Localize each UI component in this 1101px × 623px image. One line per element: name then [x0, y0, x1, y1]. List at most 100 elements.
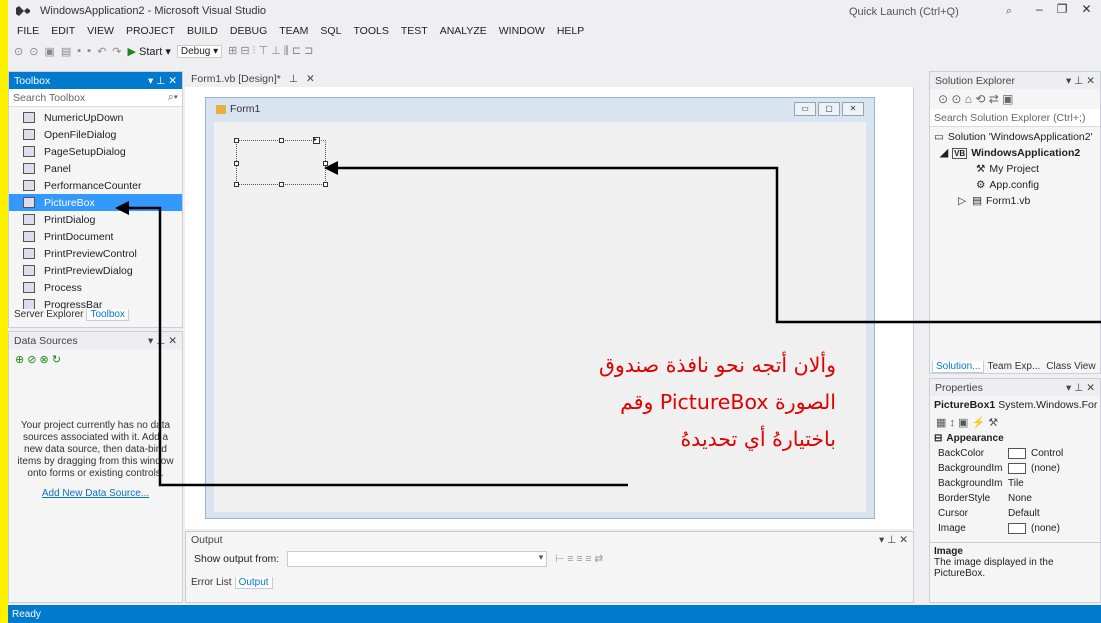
tab-toolbox[interactable]: Toolbox: [86, 309, 129, 321]
property-row[interactable]: BackgroundIm (none): [930, 461, 1100, 476]
form1-client-area[interactable]: ▸ وألان أتجه نحو نافذة صندوق الصورة Pict…: [214, 122, 866, 512]
pin-icon[interactable]: ⊥: [289, 73, 298, 85]
toolbox-search-input[interactable]: Search Toolbox ⌕▾: [9, 89, 182, 107]
menu-file[interactable]: FILE: [17, 25, 39, 37]
open-file-icon[interactable]: ▤: [61, 45, 71, 58]
resize-handle[interactable]: [279, 138, 284, 143]
tree-project-node[interactable]: ◢ VB WindowsApplication2: [934, 145, 1100, 161]
resize-handle[interactable]: [323, 182, 328, 187]
menu-edit[interactable]: EDIT: [51, 25, 75, 37]
new-project-icon[interactable]: ▣: [44, 45, 54, 58]
toolbox-item[interactable]: Panel: [9, 160, 182, 177]
tab-solution-explorer[interactable]: Solution...: [932, 361, 985, 373]
tab-output[interactable]: Output: [234, 577, 273, 589]
toolbox-item[interactable]: PerformanceCounter: [9, 177, 182, 194]
expand-icon[interactable]: ▷: [958, 195, 966, 207]
add-new-data-source-link[interactable]: Add New Data Source...: [9, 488, 182, 499]
toolbox-item[interactable]: NumericUpDown: [9, 109, 182, 126]
save-all-icon[interactable]: ▪: [87, 45, 91, 57]
restore-button[interactable]: ❐: [1057, 2, 1068, 16]
toolbox-item[interactable]: PrintPreviewDialog: [9, 262, 182, 279]
start-button[interactable]: ▶ Start ▾: [128, 45, 171, 58]
toolbox-item[interactable]: PrintDocument: [9, 228, 182, 245]
panel-pin-close-icon[interactable]: ▾ ⊥ ✕: [1066, 382, 1095, 394]
toolbox-item[interactable]: PrintDialog: [9, 211, 182, 228]
solution-explorer-toolbar-icons[interactable]: ⊙ ⊙ ⌂ ⟲ ⇄ ▣: [930, 89, 1100, 109]
menu-project[interactable]: PROJECT: [126, 25, 175, 37]
toolbox-title-bar: Toolbox ▾ ⊥ ✕: [9, 72, 182, 89]
property-name: BackgroundIm: [938, 478, 1003, 489]
property-value: Tile: [1008, 478, 1024, 489]
property-category[interactable]: ⊟ Appearance: [930, 431, 1100, 446]
tab-form1-design[interactable]: Form1.vb [Design]* ⊥ ✕: [185, 71, 321, 87]
resize-handle[interactable]: [234, 182, 239, 187]
undo-icon[interactable]: ↶: [97, 45, 106, 58]
menu-view[interactable]: VIEW: [87, 25, 114, 37]
output-tool-icons[interactable]: ⊢ ≡ ≡ ≡ ⇄: [555, 553, 603, 565]
tree-item[interactable]: ⚒ My Project: [934, 161, 1100, 177]
toolbox-item[interactable]: ProgressBar: [9, 296, 182, 309]
panel-pin-close-icon[interactable]: ▾ ⊥ ✕: [1066, 75, 1095, 87]
property-row[interactable]: BackgroundIm Tile: [930, 476, 1100, 491]
toolbox-item[interactable]: PrintPreviewControl: [9, 245, 182, 262]
menu-debug[interactable]: DEBUG: [230, 25, 267, 37]
numericupdown-icon: [23, 112, 35, 123]
resize-handle[interactable]: [234, 138, 239, 143]
printpreviewcontrol-icon: [23, 248, 35, 259]
resize-handle[interactable]: [323, 161, 328, 166]
form1-title: Form1: [230, 103, 261, 115]
toolbox-item[interactable]: Process: [9, 279, 182, 296]
solution-explorer-search-input[interactable]: Search Solution Explorer (Ctrl+;): [930, 109, 1100, 127]
property-row[interactable]: BorderStyle None: [930, 491, 1100, 506]
quick-launch-input[interactable]: Quick Launch (Ctrl+Q) ⌕: [843, 3, 1018, 20]
tab-class-view[interactable]: Class View: [1043, 361, 1098, 373]
property-row[interactable]: BackColor Control: [930, 446, 1100, 461]
output-source-select[interactable]: [287, 551, 548, 567]
expand-icon[interactable]: ◢: [940, 147, 948, 159]
data-sources-toolbar-icons[interactable]: ⊕ ⊘ ⊗ ↻: [9, 349, 182, 370]
properties-toolbar-icons[interactable]: ▦ ↕ ▣ ⚡ ⚒: [930, 414, 1100, 431]
tab-server-explorer[interactable]: Server Explorer: [11, 309, 86, 321]
menu-test[interactable]: TEST: [401, 25, 428, 37]
form1-window[interactable]: Form1 ▭ ▢ ✕ ▸ وألان أتجه نحو نافذة صندوق…: [205, 97, 875, 519]
tree-solution-node[interactable]: ▭ Solution 'WindowsApplication2': [934, 129, 1100, 145]
menu-build[interactable]: BUILD: [187, 25, 218, 37]
menu-analyze[interactable]: ANALYZE: [440, 25, 487, 37]
form-icon: [216, 104, 226, 114]
collapse-icon[interactable]: ⊟: [934, 433, 942, 444]
back-icon[interactable]: ⊙: [14, 45, 23, 58]
minimize-button[interactable]: –: [1036, 2, 1043, 16]
toolbox-item[interactable]: OpenFileDialog: [9, 126, 182, 143]
solution-icon: ▭: [934, 131, 944, 143]
menu-help[interactable]: HELP: [557, 25, 584, 37]
menu-window[interactable]: WINDOW: [499, 25, 545, 37]
close-tab-icon[interactable]: ✕: [306, 73, 315, 85]
property-row[interactable]: Image (none): [930, 521, 1100, 536]
panel-pin-close-icon[interactable]: ▾ ⊥ ✕: [148, 335, 177, 347]
align-icons[interactable]: ⊞ ⊟ ⫶ ⊤ ⊥ ⫼ ⊏ ⊐: [228, 44, 313, 58]
menu-tools[interactable]: TOOLS: [353, 25, 388, 37]
panel-pin-close-icon[interactable]: ▾ ⊥ ✕: [879, 534, 908, 546]
resize-handle[interactable]: [279, 182, 284, 187]
tab-error-list[interactable]: Error List: [188, 577, 235, 589]
toolbox-item-picturebox[interactable]: PictureBox: [9, 194, 182, 211]
tree-item[interactable]: ▷ ▤ Form1.vb: [934, 193, 1100, 209]
forward-icon[interactable]: ⊙: [29, 45, 38, 58]
property-value: None: [1008, 493, 1032, 504]
tab-team-explorer[interactable]: Team Exp...: [984, 361, 1043, 373]
smart-tag-icon[interactable]: ▸: [313, 137, 320, 144]
menu-sql[interactable]: SQL: [320, 25, 341, 37]
save-icon[interactable]: ▪: [77, 45, 81, 57]
resize-handle[interactable]: [234, 161, 239, 166]
menu-team[interactable]: TEAM: [279, 25, 308, 37]
redo-icon[interactable]: ↷: [112, 45, 121, 58]
tree-item[interactable]: ⚙ App.config: [934, 177, 1100, 193]
picturebox1-control[interactable]: ▸: [234, 137, 328, 187]
panel-pin-close-icon[interactable]: ▾ ⊥ ✕: [148, 75, 177, 87]
toolbox-item[interactable]: PageSetupDialog: [9, 143, 182, 160]
properties-object-select[interactable]: PictureBox1 System.Windows.For: [930, 396, 1100, 414]
close-button[interactable]: ✕: [1081, 2, 1091, 16]
configuration-select[interactable]: Debug ▾: [176, 44, 223, 58]
toolbox-search-placeholder: Search Toolbox: [13, 91, 86, 104]
property-row[interactable]: Cursor Default: [930, 506, 1100, 521]
